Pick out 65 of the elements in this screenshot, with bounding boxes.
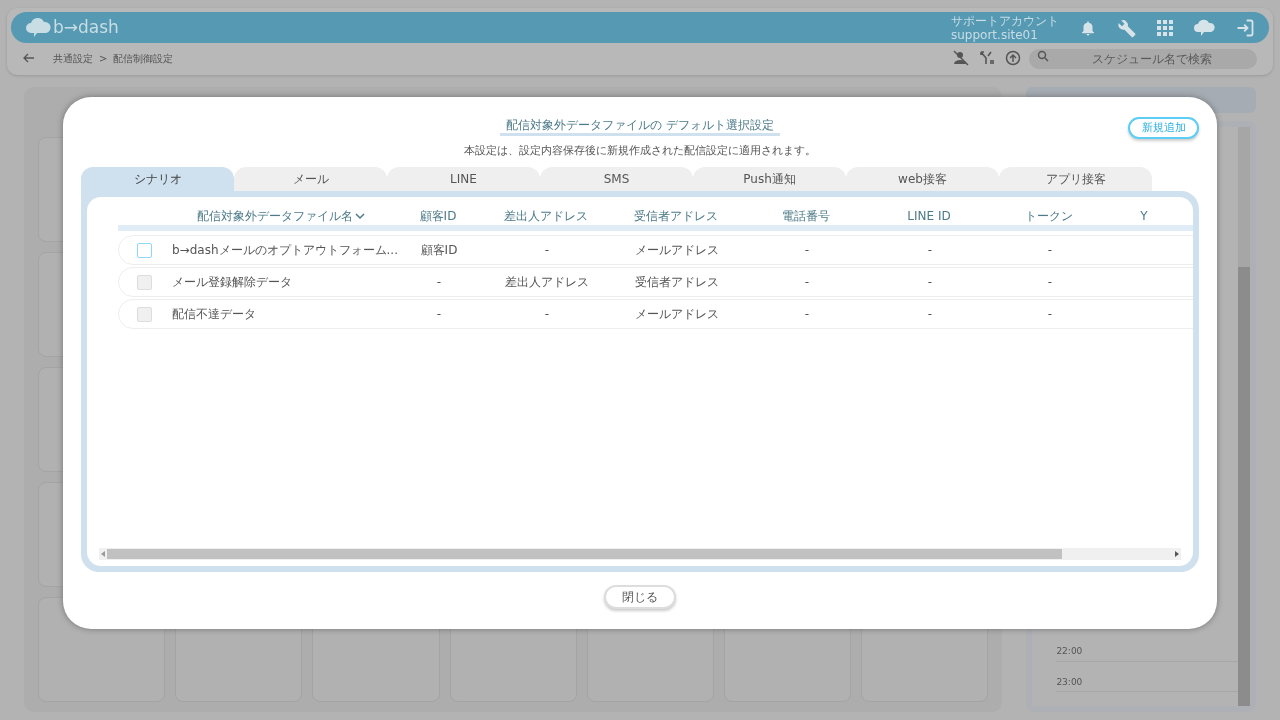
table-cell-text: - — [804, 306, 810, 323]
table-cell-text: メールアドレス — [635, 306, 719, 323]
breadcrumb-separator: > — [99, 51, 108, 66]
time-label: 22:00 — [1056, 645, 1083, 658]
horizontal-scrollbar[interactable] — [99, 548, 1181, 560]
table-cell-text: 受信者アドレス — [635, 274, 719, 291]
scroll-left-icon[interactable] — [101, 551, 105, 557]
chevron-down-icon[interactable] — [354, 212, 365, 220]
table-cell-text: 差出人アドレス — [505, 274, 589, 291]
grid-icon[interactable] — [1157, 19, 1173, 36]
search-icon — [1037, 50, 1049, 62]
modal-subtitle: 本設定は、設定内容保存後に新規作成された配信設定に適用されます。 — [464, 144, 816, 158]
checkbox[interactable] — [136, 242, 152, 258]
tab[interactable]: SMS — [540, 167, 693, 191]
tab[interactable]: シナリオ — [81, 167, 234, 191]
column-header: 受信者アドレス — [634, 208, 718, 225]
table-cell-text: - — [436, 306, 442, 323]
breadcrumb-link[interactable]: 共通設定 — [53, 50, 93, 66]
account-name: サポートアカウント — [951, 13, 1059, 28]
tab[interactable]: web接客 — [846, 167, 999, 191]
table-cell-text: - — [804, 274, 810, 291]
table-cell-text: - — [927, 306, 933, 323]
upload-circle-icon[interactable] — [1005, 50, 1021, 66]
close-button[interactable]: 閉じる — [604, 585, 676, 609]
modal-title: 配信対象外データファイルの デフォルト選択設定 — [500, 117, 780, 136]
table-cell-text: - — [436, 274, 442, 291]
search-field[interactable]: スケジュール名で検索 — [1029, 49, 1257, 69]
table-cell-text: メール登録解除データ — [172, 274, 292, 291]
time-label: 23:00 — [1056, 675, 1083, 689]
table-cell-text: 顧客ID — [420, 242, 458, 259]
table-cell-text: - — [544, 242, 550, 259]
cloud-logo-icon — [25, 16, 51, 39]
column-header[interactable]: 配信対象外データファイル名 — [196, 207, 353, 225]
table-cell-text: - — [544, 306, 550, 323]
table-cell-text: メールアドレス — [635, 242, 719, 259]
tab[interactable]: アプリ接客 — [999, 167, 1152, 191]
column-header: Y — [1140, 208, 1148, 225]
table-cell-text: b→dashメールのオプトアウトフォーム... — [172, 242, 398, 259]
chat-cloud-icon[interactable] — [1193, 17, 1215, 38]
table-cell-text: - — [1047, 274, 1053, 291]
column-header: 顧客ID — [419, 208, 457, 225]
merge-arrows-icon[interactable] — [979, 50, 995, 66]
table-cell-text: - — [927, 242, 933, 259]
table-cell-text: - — [804, 242, 810, 259]
table-cell-text: - — [1047, 306, 1053, 323]
tab[interactable]: メール — [234, 167, 387, 191]
table-cell-text: - — [1047, 242, 1053, 259]
account-id: support.site01 — [951, 27, 1039, 42]
back-arrow-icon[interactable] — [23, 53, 35, 63]
breadcrumb-current: 配信制御設定 — [113, 51, 174, 66]
column-header: 差出人アドレス — [504, 208, 588, 225]
column-header: 電話番号 — [782, 208, 830, 225]
wrench-icon[interactable] — [1117, 17, 1137, 38]
logout-icon[interactable] — [1235, 17, 1255, 38]
logo-text: b→dash — [53, 15, 119, 39]
table-cell-text: - — [927, 274, 933, 291]
vertical-scrollbar[interactable] — [1238, 127, 1250, 706]
column-header: トークン — [1025, 208, 1073, 225]
table-cell-text: 配信不達データ — [172, 306, 256, 323]
bell-icon[interactable] — [1079, 18, 1097, 37]
scroll-right-icon[interactable] — [1175, 551, 1179, 557]
tab[interactable]: LINE — [387, 167, 540, 191]
column-header: LINE ID — [907, 208, 951, 225]
tab[interactable]: Push通知 — [693, 167, 846, 191]
person-off-icon[interactable] — [953, 50, 969, 66]
